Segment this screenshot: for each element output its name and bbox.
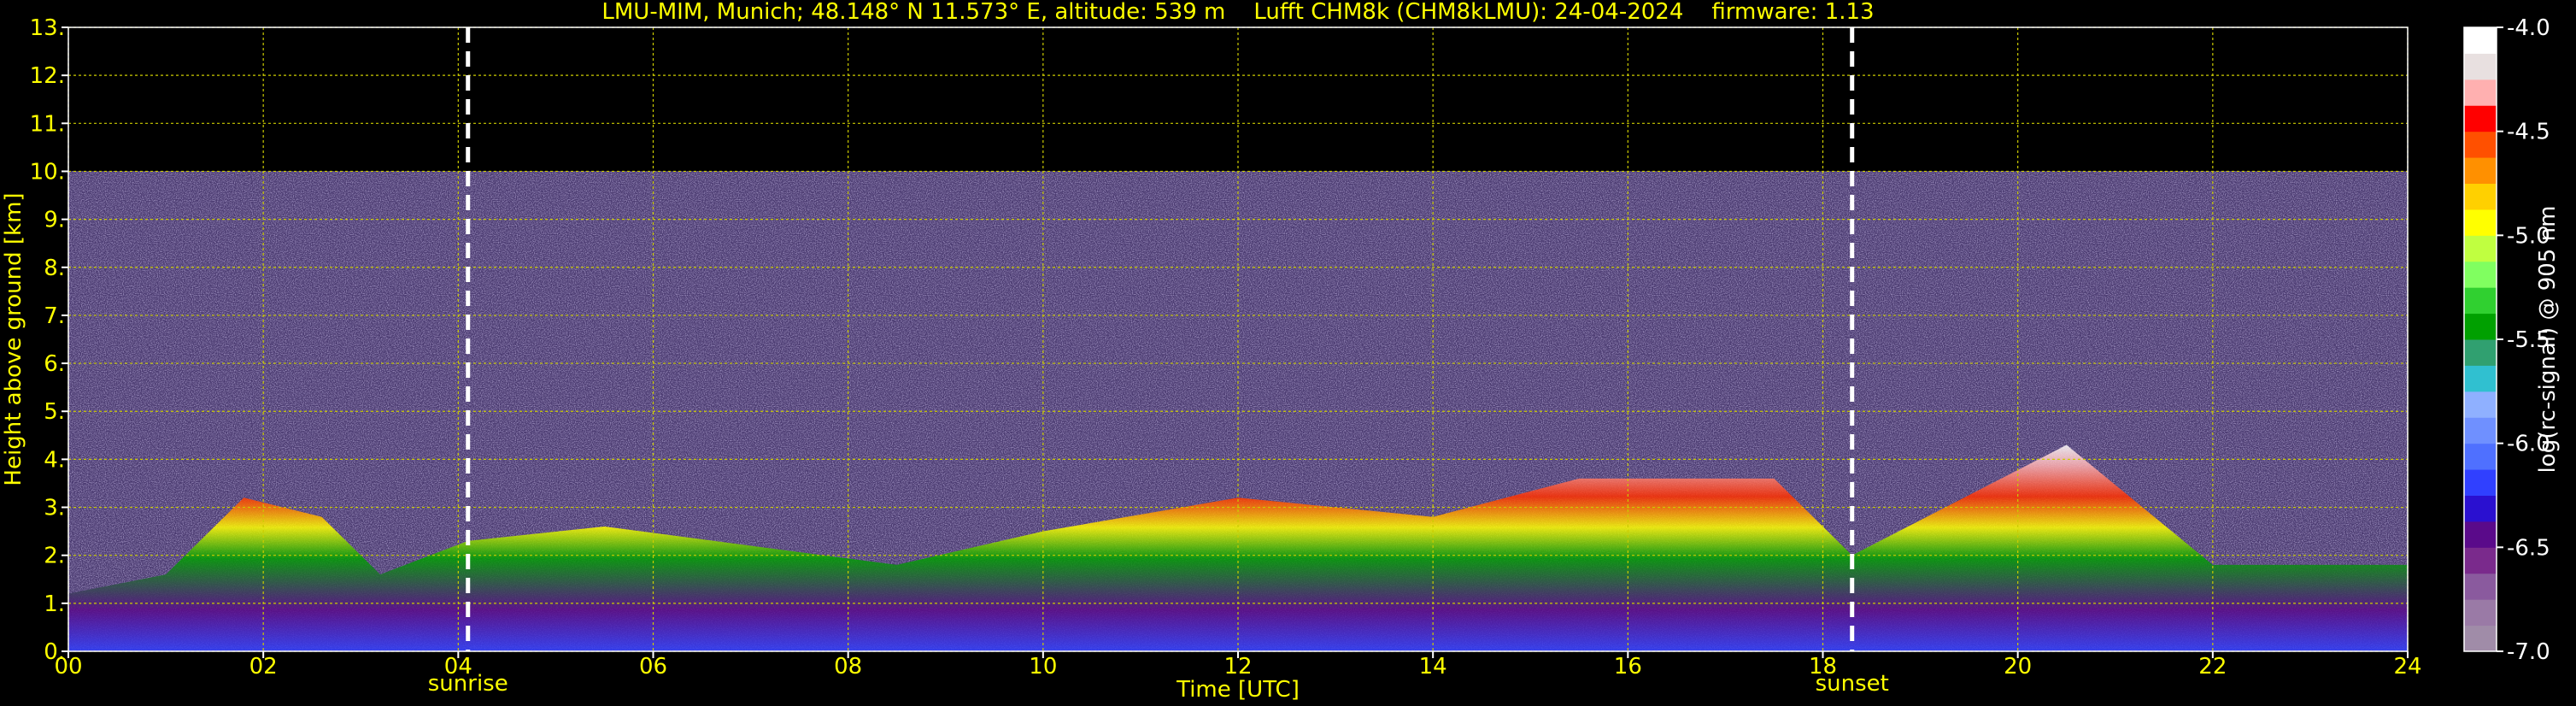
x-axis-label: Time [UTC] [1176,677,1300,703]
x-tick-label: 22 [2198,654,2227,680]
colorbar-segment [2464,105,2497,132]
colorbar-segment [2464,391,2497,418]
colorbar-segment [2464,313,2497,340]
y-tick-label: 1. [44,591,65,617]
colorbar-segment [2464,79,2497,106]
y-tick-label: 9. [44,208,65,233]
x-tick-label: 16 [1614,654,1642,680]
colorbar-tick-label: -6.5 [2507,535,2550,561]
colorbar-segment [2464,417,2497,444]
x-tick-label: 24 [2393,654,2421,680]
colorbar-tick-label: -4.0 [2507,15,2550,41]
chart-title: LMU-MIM, Munich; 48.148° N 11.573° E, al… [601,0,1874,25]
colorbar-segment [2464,209,2497,236]
x-tick-label: 04 [444,654,472,680]
x-tick-label: 06 [639,654,667,680]
y-tick-label: 4. [44,447,65,473]
x-tick-label: 18 [1809,654,1837,680]
y-tick-label: 7. [44,303,65,329]
y-tick-label: 3. [44,496,65,521]
colorbar-segment [2464,599,2497,627]
y-tick-label: 13. [30,15,65,41]
y-tick-label: 8. [44,256,65,281]
y-tick-label: 0. [44,639,65,665]
colorbar-segment [2464,443,2497,470]
x-tick-label: 12 [1223,654,1252,680]
y-tick-label: 11. [30,111,65,137]
colorbar-segment [2464,625,2497,652]
y-axis-label: Height above ground [km] [1,192,26,485]
colorbar-segment [2464,495,2497,522]
colorbar-segment [2464,131,2497,158]
y-tick-label: 12. [30,63,65,89]
colorbar-segment [2464,521,2497,548]
y-tick-labels: 0. 1. 2. 3. 4. 5. 6. 7. 8. 9. 10. 11. 12. 13. [30,15,68,665]
x-tick-label: 02 [249,654,278,680]
colorbar-tick-label: -7.0 [2507,639,2550,665]
colorbar-segment [2464,287,2497,315]
colorbar-segment [2464,183,2497,210]
x-tick-label: 20 [2004,654,2032,680]
y-tick-label: 6. [44,351,65,377]
y-tick-label: 10. [30,159,65,185]
colorbar-segment [2464,235,2497,262]
colorbar-segment [2464,469,2497,496]
colorbar [2463,26,2497,652]
colorbar-segment [2464,365,2497,392]
ceilometer-chart: sunrise sunset 00 02 04 06 08 10 12 14 16 18 20 22 24… [1,0,2561,703]
x-tick-label: 08 [834,654,862,680]
x-tick-label: 10 [1029,654,1057,680]
colorbar-label: log(rc-signal) @ 905 nm [2535,206,2561,474]
y-tick-label: 2. [44,544,65,569]
colorbar-segment [2464,547,2497,574]
colorbar-segment [2464,53,2497,80]
colorbar-segment [2464,261,2497,288]
colorbar-tick-label: -4.5 [2507,120,2550,145]
colorbar-segment [2464,157,2497,184]
colorbar-segment [2464,27,2497,54]
x-tick-label: 14 [1419,654,1447,680]
y-tick-label: 5. [44,399,65,425]
colorbar-segment [2464,339,2497,366]
x-tick-labels: 00 02 04 06 08 10 12 14 16 18 20 22 24 [54,651,2422,680]
colorbar-segment [2464,573,2497,600]
